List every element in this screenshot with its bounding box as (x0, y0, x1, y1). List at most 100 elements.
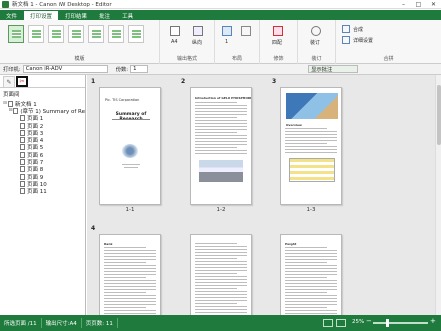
zoom-slider-knob[interactable] (386, 319, 389, 327)
page-thumbnail[interactable] (190, 234, 252, 315)
fit-width-icon[interactable] (336, 319, 346, 327)
text-line (195, 258, 237, 259)
orientation-label: 纵向 (192, 40, 203, 46)
text-line (104, 310, 156, 311)
show-annotations-button[interactable]: 显示批注 (308, 65, 359, 73)
layout-icon[interactable] (222, 26, 232, 36)
text-line (104, 259, 156, 260)
print-style-label: 四配 (272, 40, 283, 46)
text-line (285, 301, 337, 302)
combine-label[interactable]: 合成 (353, 26, 363, 33)
text-line (285, 280, 337, 281)
template-button[interactable] (48, 25, 64, 43)
text-line (195, 108, 247, 109)
text-line (195, 120, 247, 121)
ribbon-tabs: 文件 打印设置 打印结果 批注 工具 (0, 10, 441, 20)
text-line (285, 265, 337, 266)
tree-item[interactable]: 页面 6 (0, 151, 85, 158)
document-icon (8, 100, 13, 107)
tab-annotation[interactable]: 批注 (93, 11, 116, 20)
tree-item[interactable]: 页面 10 (0, 180, 85, 188)
text-line (195, 291, 247, 292)
zoom-slider[interactable] (373, 319, 428, 327)
text-line (104, 313, 156, 314)
tree-item[interactable]: 页面 11 (0, 188, 85, 195)
tree-item-label: 页面 7 (27, 160, 44, 166)
text-line (285, 128, 327, 129)
vertical-scrollbar[interactable] (435, 75, 441, 315)
tab-print-settings[interactable]: 打印设置 (23, 10, 60, 20)
text-line (195, 132, 237, 133)
tree-item-label: (章节 1) Summary of Re (20, 108, 85, 115)
zoom-out-button[interactable]: − (366, 317, 372, 325)
tree-item[interactable]: 页面 4 (0, 136, 85, 144)
tree-item[interactable]: 页面 1 (0, 115, 85, 122)
ribbon-group-layout: 1 布局 (215, 20, 260, 64)
text-line (285, 259, 337, 260)
bookmark-icon[interactable]: ✎ (3, 76, 15, 87)
page-thumbnail[interactable]: Rank (99, 234, 161, 315)
document-icon (20, 173, 25, 180)
group-label: 合拼 (383, 56, 394, 62)
copies-input[interactable]: 1 (130, 65, 149, 73)
page-thumbnail[interactable]: Overview (280, 87, 342, 205)
tree-item[interactable]: 页面 3 (0, 129, 85, 136)
tab-print-results[interactable]: 打印结果 (59, 11, 93, 20)
page-tree: ⊟ 新文档 1 ⊟ (章节 1) Summary of Re 页面 1 页面 2 页面 3页… (0, 100, 85, 195)
page-label: 1-2 (216, 207, 226, 213)
text-line (195, 126, 247, 127)
fit-page-icon[interactable] (323, 319, 333, 327)
print-style-icon[interactable] (273, 26, 283, 36)
document-icon (20, 151, 25, 158)
tree-item[interactable]: 页面 5 (0, 144, 85, 151)
template-button[interactable] (8, 25, 24, 43)
combine-icon[interactable] (342, 25, 350, 33)
page-company: Pic. TIS Corporation (105, 98, 140, 102)
text-line (104, 283, 156, 284)
scrollbar-thumb[interactable] (437, 85, 441, 145)
paper-size-icon[interactable] (170, 26, 180, 36)
tree-item[interactable]: 页面 7 (0, 158, 85, 166)
printer-select[interactable]: Canon iR-ADV (22, 65, 108, 73)
details-icon[interactable] (342, 36, 350, 44)
tree-item[interactable]: 页面 9 (0, 173, 85, 180)
text-line (104, 250, 156, 251)
tree-item-label: 页面 3 (27, 130, 44, 137)
text-line (195, 285, 247, 286)
group-label: 装订 (311, 56, 322, 62)
binding-label: 装订 (310, 40, 321, 46)
template-button[interactable] (88, 25, 104, 43)
printer-label: 打印机: (3, 67, 21, 73)
text-line (285, 313, 337, 314)
document-icon (20, 144, 25, 151)
text-line (285, 131, 337, 132)
tree-item[interactable]: 页面 8 (0, 166, 85, 173)
page-thumbnail[interactable]: Introduction of GELX PHOSPHORE (190, 87, 252, 205)
tab-file[interactable]: 文件 (0, 11, 23, 20)
page-heading: Rank (104, 242, 113, 246)
tree-item-label: 页面 6 (27, 152, 44, 159)
tree-item[interactable]: ⊟ 新文档 1 (0, 100, 85, 107)
page-thumbnail[interactable]: Height (280, 234, 342, 315)
zoom-in-button[interactable]: + (430, 317, 436, 325)
details-label[interactable]: 详细设置 (353, 37, 373, 44)
close-button[interactable]: ✕ (426, 0, 441, 9)
maximize-button[interactable]: □ (411, 0, 426, 9)
group-label: 模版 (74, 56, 85, 62)
template-button[interactable] (28, 25, 44, 43)
binding-icon[interactable] (311, 26, 321, 36)
text-line (104, 286, 156, 287)
template-button[interactable] (108, 25, 124, 43)
tree-item[interactable]: ⊟ (章节 1) Summary of Re (0, 107, 85, 115)
layout-option-icon[interactable] (241, 26, 251, 36)
text-line (104, 301, 156, 302)
minimize-button[interactable]: – (396, 0, 411, 9)
orientation-icon[interactable] (193, 26, 203, 36)
tab-tools[interactable]: 工具 (116, 11, 139, 20)
pages-tab-icon[interactable]: ✂ (16, 76, 28, 87)
tree-item[interactable]: 页面 2 (0, 122, 85, 129)
template-button[interactable] (128, 25, 144, 43)
selected-pages-status: 所选页面 /11 (0, 318, 42, 328)
page-thumbnail[interactable]: Pic. TIS Corporation Summary of Research (99, 87, 161, 205)
template-button[interactable] (68, 25, 84, 43)
